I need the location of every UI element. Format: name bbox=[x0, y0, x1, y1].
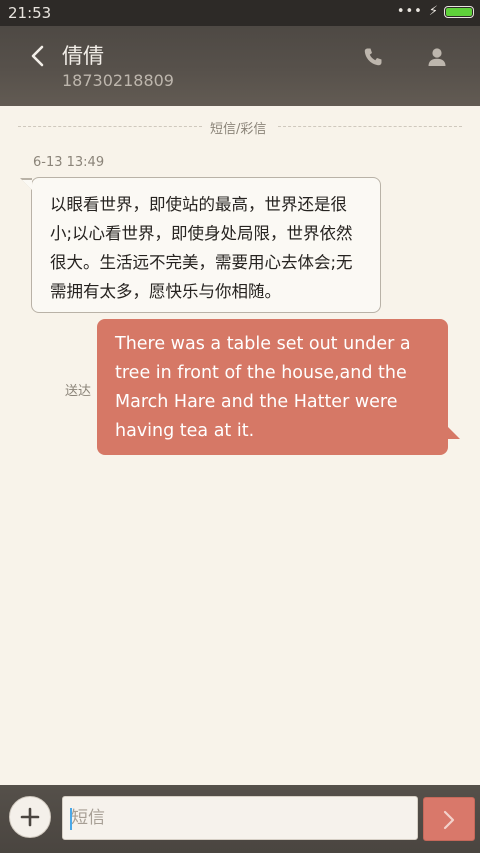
add-icon bbox=[20, 807, 40, 827]
back-icon[interactable] bbox=[28, 44, 48, 68]
conversation-header: 倩倩 18730218809 bbox=[0, 26, 480, 106]
status-icons: ••• ⚡ bbox=[397, 5, 474, 19]
status-time: 21:53 bbox=[8, 4, 52, 22]
send-arrow-icon bbox=[443, 810, 455, 830]
contact-name: 倩倩 bbox=[62, 44, 104, 68]
battery-icon bbox=[444, 6, 474, 18]
channel-divider: 短信/彩信 bbox=[18, 117, 462, 137]
divider-line-right bbox=[278, 126, 462, 127]
message-input[interactable] bbox=[62, 796, 418, 840]
call-icon[interactable] bbox=[361, 45, 385, 69]
charging-bolt-icon: ⚡ bbox=[428, 4, 438, 19]
add-attachment-button[interactable] bbox=[9, 796, 51, 838]
more-dots-icon: ••• bbox=[396, 4, 423, 19]
channel-label: 短信/彩信 bbox=[210, 122, 267, 137]
message-timestamp: 6-13 13:49 bbox=[33, 155, 105, 170]
send-button[interactable] bbox=[423, 797, 475, 841]
contact-number: 18730218809 bbox=[62, 71, 174, 90]
incoming-message-bubble[interactable]: 以眼看世界，即使站的最高，世界还是很小;以心看世界，即使身处局限，世界依然很大。… bbox=[31, 177, 381, 313]
outgoing-message-bubble[interactable]: There was a table set out under a tree i… bbox=[97, 319, 448, 455]
composer-bar bbox=[0, 785, 480, 853]
contact-icon[interactable] bbox=[425, 45, 449, 69]
incoming-message-text: 以眼看世界，即使站的最高，世界还是很小;以心看世界，即使身处局限，世界依然很大。… bbox=[50, 195, 353, 301]
outgoing-bubble-tail bbox=[446, 425, 460, 439]
outgoing-message-text: There was a table set out under a tree i… bbox=[115, 334, 411, 441]
divider-line-left bbox=[18, 126, 202, 127]
status-bar: 21:53 ••• ⚡ bbox=[0, 0, 480, 26]
incoming-bubble-tail-fill bbox=[22, 180, 32, 190]
delivery-status: 送达 bbox=[65, 384, 92, 399]
text-caret bbox=[70, 808, 72, 830]
